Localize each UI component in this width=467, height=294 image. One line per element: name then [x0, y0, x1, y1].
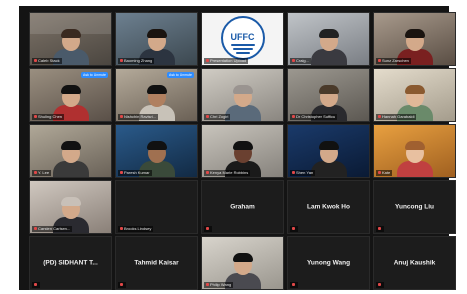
participant-display-name: Anuj Kaushik — [393, 259, 436, 267]
participant-name: Baoming Zhang — [118, 58, 155, 64]
participant-video — [396, 139, 433, 177]
participant-name: Nishchin Ravisri... — [118, 114, 159, 120]
participant-name — [32, 282, 40, 288]
participant-tile[interactable]: Graham — [201, 180, 284, 234]
participant-name — [376, 226, 384, 232]
participant-tile[interactable]: UFFC Presentation Upload — [201, 12, 284, 66]
ask-to-unmute-button[interactable]: Ask to Unmute — [81, 72, 108, 78]
mic-muted-icon — [292, 59, 295, 63]
participant-name: Sunz Zarschen — [376, 58, 411, 64]
participant-tile[interactable]: Baoming Zhang — [115, 12, 198, 66]
participant-name: Carsten Carlsen... — [32, 226, 73, 232]
participant-name: Shuling Chen — [32, 114, 65, 120]
mic-muted-icon — [120, 171, 123, 175]
mic-muted-icon — [206, 283, 209, 287]
participant-name: Kenya Marie Robbins — [204, 170, 251, 176]
mic-muted-icon — [34, 283, 37, 287]
participant-video — [310, 139, 347, 177]
participant-tile[interactable]: Hannah Garabaldi — [373, 68, 456, 122]
mic-muted-icon — [120, 115, 123, 119]
participant-tile[interactable]: Carsten Carlsen... — [29, 180, 112, 234]
mic-muted-icon — [378, 227, 381, 231]
participant-tile[interactable]: (PD) SIDHANT T... — [29, 236, 112, 290]
mic-muted-icon — [292, 171, 295, 175]
participant-video — [52, 139, 89, 177]
participant-tile[interactable]: Craig... — [287, 12, 370, 66]
participant-name: Hannah Garabaldi — [376, 114, 417, 120]
participant-tile[interactable]: Shen Yan — [287, 124, 370, 178]
participant-tile[interactable]: Kenya Marie Robbins — [201, 124, 284, 178]
mic-muted-icon — [34, 171, 37, 175]
participant-display-name: Yuncong Liu — [395, 203, 434, 211]
participant-tile[interactable]: Yuncong Liu — [373, 180, 456, 234]
participant-name: Dr Christopher Sufficu — [290, 114, 338, 120]
mic-muted-icon — [206, 171, 209, 175]
participant-display-name: Graham — [230, 203, 255, 211]
participant-tile[interactable]: Caleb Stack — [29, 12, 112, 66]
participant-tile[interactable]: Brooks Lindsey — [115, 180, 198, 234]
mic-muted-icon — [206, 59, 209, 63]
participant-grid: Caleb Stack Baoming Zhang UFFC Presentat… — [29, 12, 456, 290]
participant-display-name: (PD) SIDHANT T... — [43, 259, 98, 267]
participant-name: Shen Yan — [290, 170, 316, 176]
participant-tile[interactable]: Tahmid Kaisar — [115, 236, 198, 290]
participant-tile[interactable]: Sunz Zarschen — [373, 12, 456, 66]
mic-muted-icon — [34, 59, 37, 63]
participant-tile[interactable]: Philip Wang — [201, 236, 284, 290]
participant-tile[interactable]: Y. Lee — [29, 124, 112, 178]
participant-name: Caleb Stack — [32, 58, 62, 64]
participant-tile[interactable]: Ask to Unmute Nishchin Ravisri... — [115, 68, 198, 122]
mic-muted-icon — [378, 115, 381, 119]
ask-to-unmute-button[interactable]: Ask to Unmute — [167, 72, 194, 78]
participant-tile[interactable]: Kate — [373, 124, 456, 178]
participant-name: Chri Zogiri — [204, 114, 231, 120]
participant-name: Craig... — [290, 58, 311, 64]
participant-name — [290, 226, 298, 232]
mic-muted-icon — [292, 115, 295, 119]
participant-name — [204, 226, 212, 232]
mic-muted-icon — [34, 227, 37, 231]
mic-muted-icon — [34, 115, 37, 119]
participant-name: Kate — [376, 170, 393, 176]
participant-tile[interactable]: Yunong Wang — [287, 236, 370, 290]
participant-tile[interactable]: Paresh Kumar — [115, 124, 198, 178]
participant-tile[interactable]: Anuj Kaushik — [373, 236, 456, 290]
participant-display-name: Yunong Wang — [306, 259, 351, 267]
mic-muted-icon — [120, 59, 123, 63]
participant-name — [376, 282, 384, 288]
mic-muted-icon — [292, 283, 295, 287]
participant-name — [290, 282, 298, 288]
mic-muted-icon — [206, 115, 209, 119]
participant-name: Presentation Upload — [204, 58, 249, 64]
participant-name — [118, 282, 126, 288]
mic-muted-icon — [378, 59, 381, 63]
participant-name: Paresh Kumar — [118, 170, 152, 176]
mic-muted-icon — [120, 227, 123, 231]
mic-muted-icon — [206, 227, 209, 231]
participant-name: Brooks Lindsey — [118, 226, 154, 232]
participant-tile[interactable]: Chri Zogiri — [201, 68, 284, 122]
uffc-logo-icon: UFFC — [220, 16, 265, 60]
participant-display-name: Tahmid Kaisar — [134, 259, 179, 267]
participant-name: Philip Wang — [204, 282, 234, 288]
participant-tile[interactable]: Dr Christopher Sufficu — [287, 68, 370, 122]
participant-tile[interactable]: Lam Kwok Ho — [287, 180, 370, 234]
zoom-gallery-window: Caleb Stack Baoming Zhang UFFC Presentat… — [19, 6, 456, 290]
mic-muted-icon — [378, 171, 381, 175]
mic-muted-icon — [292, 227, 295, 231]
participant-display-name: Lam Kwok Ho — [307, 203, 350, 211]
mic-muted-icon — [378, 283, 381, 287]
participant-video — [310, 27, 347, 65]
mic-muted-icon — [120, 283, 123, 287]
participant-name: Y. Lee — [32, 170, 52, 176]
participant-tile[interactable]: Ask to Unmute Shuling Chen — [29, 68, 112, 122]
